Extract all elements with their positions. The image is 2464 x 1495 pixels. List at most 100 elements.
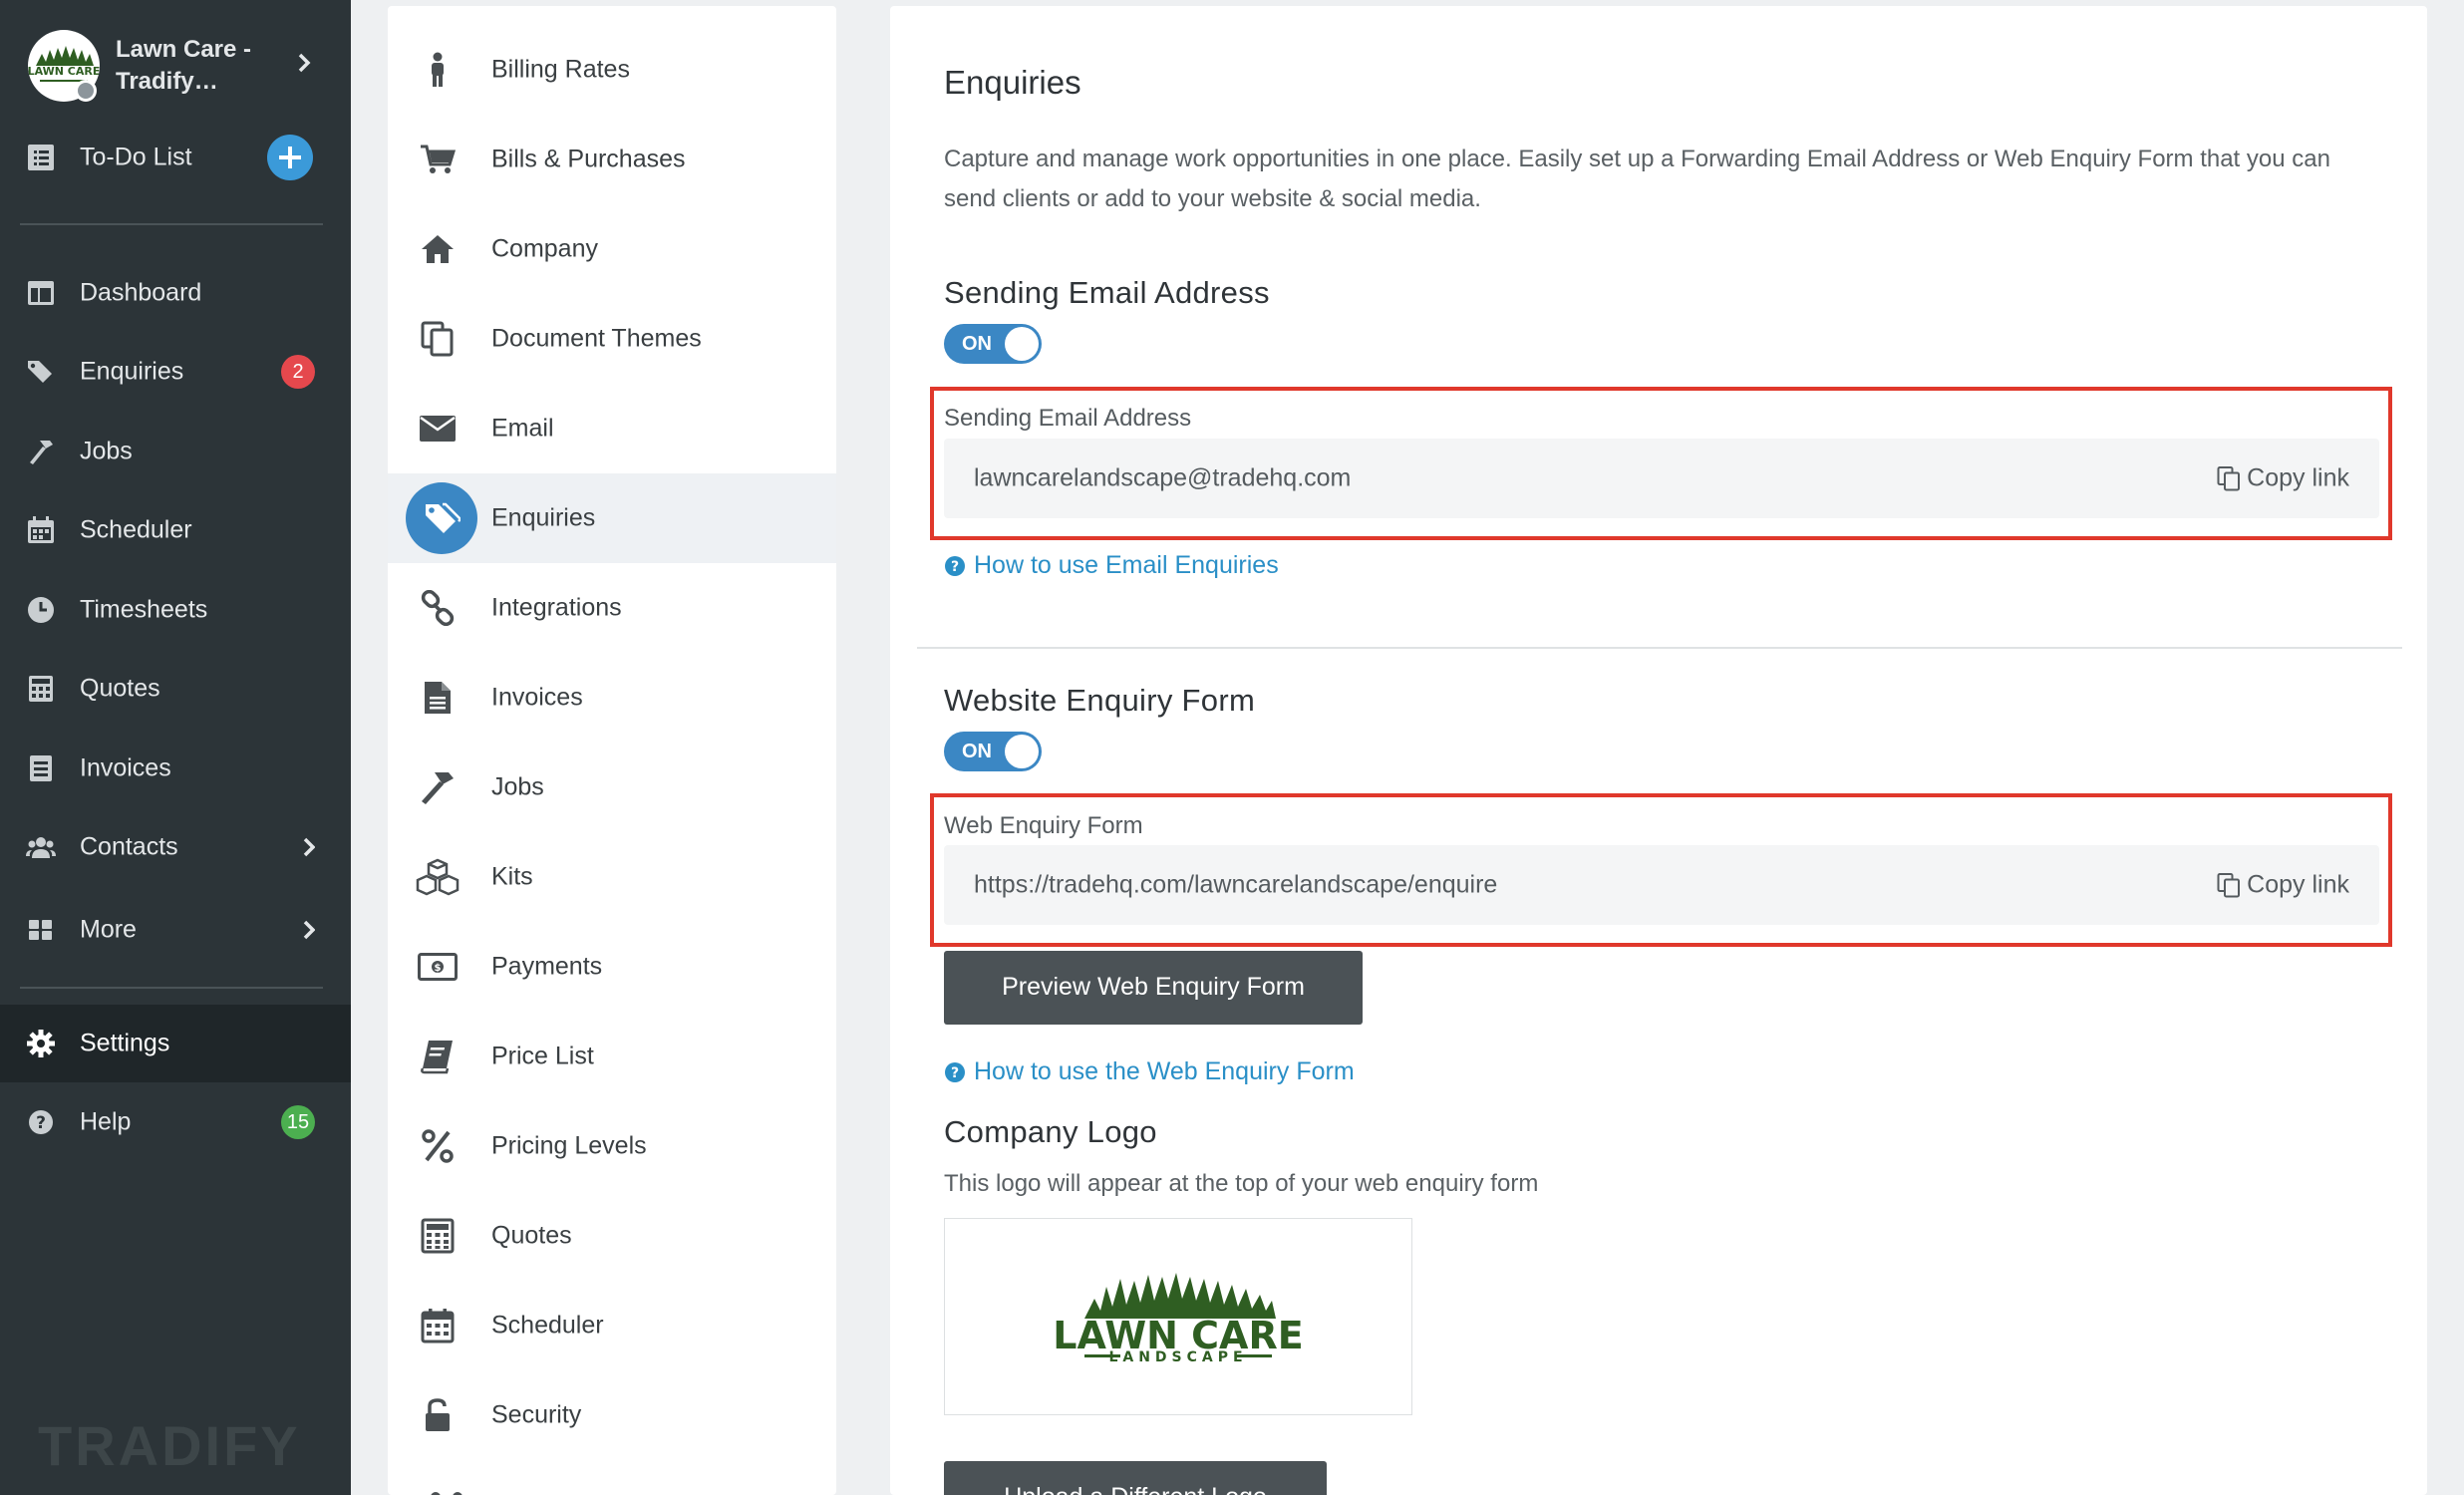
sending-email-field[interactable]: lawncarelandscape@tradehq.com Copy link: [944, 439, 2379, 518]
next-item-icon-partial: [428, 1487, 467, 1495]
settings-item-label: Pricing Levels: [491, 1131, 647, 1160]
settings-item-enquiries[interactable]: Enquiries: [388, 473, 836, 563]
nav-label: Dashboard: [80, 278, 202, 307]
nav-item-scheduler[interactable]: Scheduler: [0, 491, 351, 569]
list-icon: [26, 143, 56, 172]
web-form-field-label: Web Enquiry Form: [944, 812, 1143, 839]
calendar-icon: [416, 1304, 460, 1347]
help-count-badge: 15: [281, 1105, 315, 1139]
section-divider: [917, 647, 2402, 649]
nav-item-help[interactable]: ? Help 15: [0, 1083, 351, 1161]
home-icon: [416, 227, 460, 271]
nav-label: Help: [80, 1107, 132, 1136]
nav-label: Quotes: [80, 674, 160, 703]
company-logo-heading: Company Logo: [944, 1114, 1157, 1149]
web-form-help-link[interactable]: ? How to use the Web Enquiry Form: [944, 1057, 1355, 1086]
unlock-icon: [416, 1393, 460, 1437]
web-form-url-value: https://tradehq.com/lawncarelandscape/en…: [974, 870, 1498, 899]
help-link-text: How to use Email Enquiries: [974, 551, 1279, 579]
nav-item-dashboard[interactable]: Dashboard: [0, 254, 351, 332]
file-icon: [416, 676, 460, 720]
plus-icon: [279, 147, 301, 168]
settings-item-pricing-levels[interactable]: Pricing Levels: [388, 1101, 836, 1191]
settings-item-payments[interactable]: $ Payments: [388, 922, 836, 1012]
tags-icon: [26, 357, 56, 387]
svg-text:?: ?: [951, 1065, 959, 1081]
settings-item-kits[interactable]: Kits: [388, 832, 836, 922]
sending-email-toggle[interactable]: ON: [944, 324, 1042, 364]
email-enquiries-help-link[interactable]: ? How to use Email Enquiries: [944, 551, 1279, 580]
nav-label: Enquiries: [80, 357, 184, 386]
hammer-icon: [26, 437, 56, 466]
help-link-text: How to use the Web Enquiry Form: [974, 1057, 1355, 1085]
copy-email-link-button[interactable]: Copy link: [2217, 464, 2349, 493]
nav-label: Invoices: [80, 753, 171, 782]
copy-link-label: Copy link: [2247, 463, 2349, 492]
web-form-field[interactable]: https://tradehq.com/lawncarelandscape/en…: [944, 845, 2379, 925]
settings-item-integrations[interactable]: Integrations: [388, 563, 836, 653]
svg-text:$: $: [435, 963, 442, 974]
settings-item-invoices[interactable]: Invoices: [388, 653, 836, 743]
chevron-right-icon: [297, 52, 311, 74]
web-form-toggle[interactable]: ON: [944, 732, 1042, 771]
nav-label: Contacts: [80, 832, 178, 861]
nav-label: Settings: [80, 1029, 170, 1057]
page-title: Enquiries: [944, 64, 1081, 101]
settings-item-scheduler[interactable]: Scheduler: [388, 1281, 836, 1370]
cubes-icon: [416, 855, 460, 899]
settings-item-label: Integrations: [491, 593, 622, 622]
settings-item-email[interactable]: Email: [388, 384, 836, 473]
settings-item-label: Bills & Purchases: [491, 145, 686, 173]
chevron-right-icon: [303, 837, 315, 857]
company-logo-description: This logo will appear at the top of your…: [944, 1170, 1539, 1197]
company-logo-preview: LAWN CARE LANDSCAPE: [944, 1218, 1412, 1415]
nav-item-more[interactable]: More: [0, 891, 351, 969]
settings-item-jobs[interactable]: Jobs: [388, 743, 836, 832]
account-name: Lawn Care - Tradify…: [116, 36, 252, 95]
settings-item-label: Invoices: [491, 683, 583, 712]
calendar-icon: [26, 515, 56, 545]
nav-item-settings[interactable]: Settings: [0, 1005, 351, 1082]
nav-item-jobs[interactable]: Jobs: [0, 413, 351, 490]
nav-item-quotes[interactable]: Quotes: [0, 650, 351, 728]
copy-link-label: Copy link: [2247, 870, 2349, 899]
upload-different-logo-button[interactable]: Upload a Different Logo: [944, 1461, 1327, 1495]
percent-icon: [416, 1124, 460, 1168]
users-icon: [26, 832, 56, 862]
settings-item-security[interactable]: Security: [388, 1370, 836, 1460]
settings-item-company[interactable]: Company: [388, 204, 836, 294]
settings-item-label: Enquiries: [491, 503, 596, 532]
nav-item-enquiries[interactable]: Enquiries 2: [0, 333, 351, 411]
calculator-icon: [416, 1214, 460, 1258]
avatar-logo-text: LAWN CARE: [28, 65, 100, 78]
account-switcher[interactable]: LAWN CARE Lawn Care - Tradify…: [28, 28, 327, 104]
nav-divider: [20, 987, 323, 989]
toggle-knob: [1005, 327, 1039, 361]
nav-item-todo-list[interactable]: To-Do List: [0, 119, 351, 196]
toggle-knob: [1005, 735, 1039, 768]
add-todo-button[interactable]: [267, 135, 313, 180]
nav-item-contacts[interactable]: Contacts: [0, 808, 351, 886]
settings-item-quotes[interactable]: Quotes: [388, 1191, 836, 1281]
settings-item-billing-rates[interactable]: Billing Rates: [388, 25, 836, 115]
nav-item-invoices[interactable]: Invoices: [0, 730, 351, 807]
question-circle-icon: ?: [945, 555, 965, 576]
copy-icon: [416, 317, 460, 361]
settings-item-bills-purchases[interactable]: Bills & Purchases: [388, 115, 836, 204]
nav-item-timesheets[interactable]: Timesheets: [0, 571, 351, 649]
preview-web-enquiry-form-button[interactable]: Preview Web Enquiry Form: [944, 951, 1363, 1025]
settings-item-label: Payments: [491, 952, 603, 981]
link-icon: [416, 586, 460, 630]
cart-icon: [416, 138, 460, 181]
help-icon: ?: [26, 1107, 56, 1137]
nav-label: To-Do List: [80, 143, 192, 171]
copy-web-form-link-button[interactable]: Copy link: [2217, 871, 2349, 900]
settings-item-price-list[interactable]: Price List: [388, 1012, 836, 1101]
settings-item-label: Document Themes: [491, 324, 702, 353]
main-nav: LAWN CARE Lawn Care - Tradify… To-Do Lis…: [0, 0, 351, 1495]
logo-subtitle: LANDSCAPE: [1108, 1349, 1247, 1365]
settings-item-document-themes[interactable]: Document Themes: [388, 294, 836, 384]
settings-item-label: Jobs: [491, 772, 544, 801]
svg-text:?: ?: [36, 1113, 46, 1133]
calculator-icon: [26, 674, 56, 704]
